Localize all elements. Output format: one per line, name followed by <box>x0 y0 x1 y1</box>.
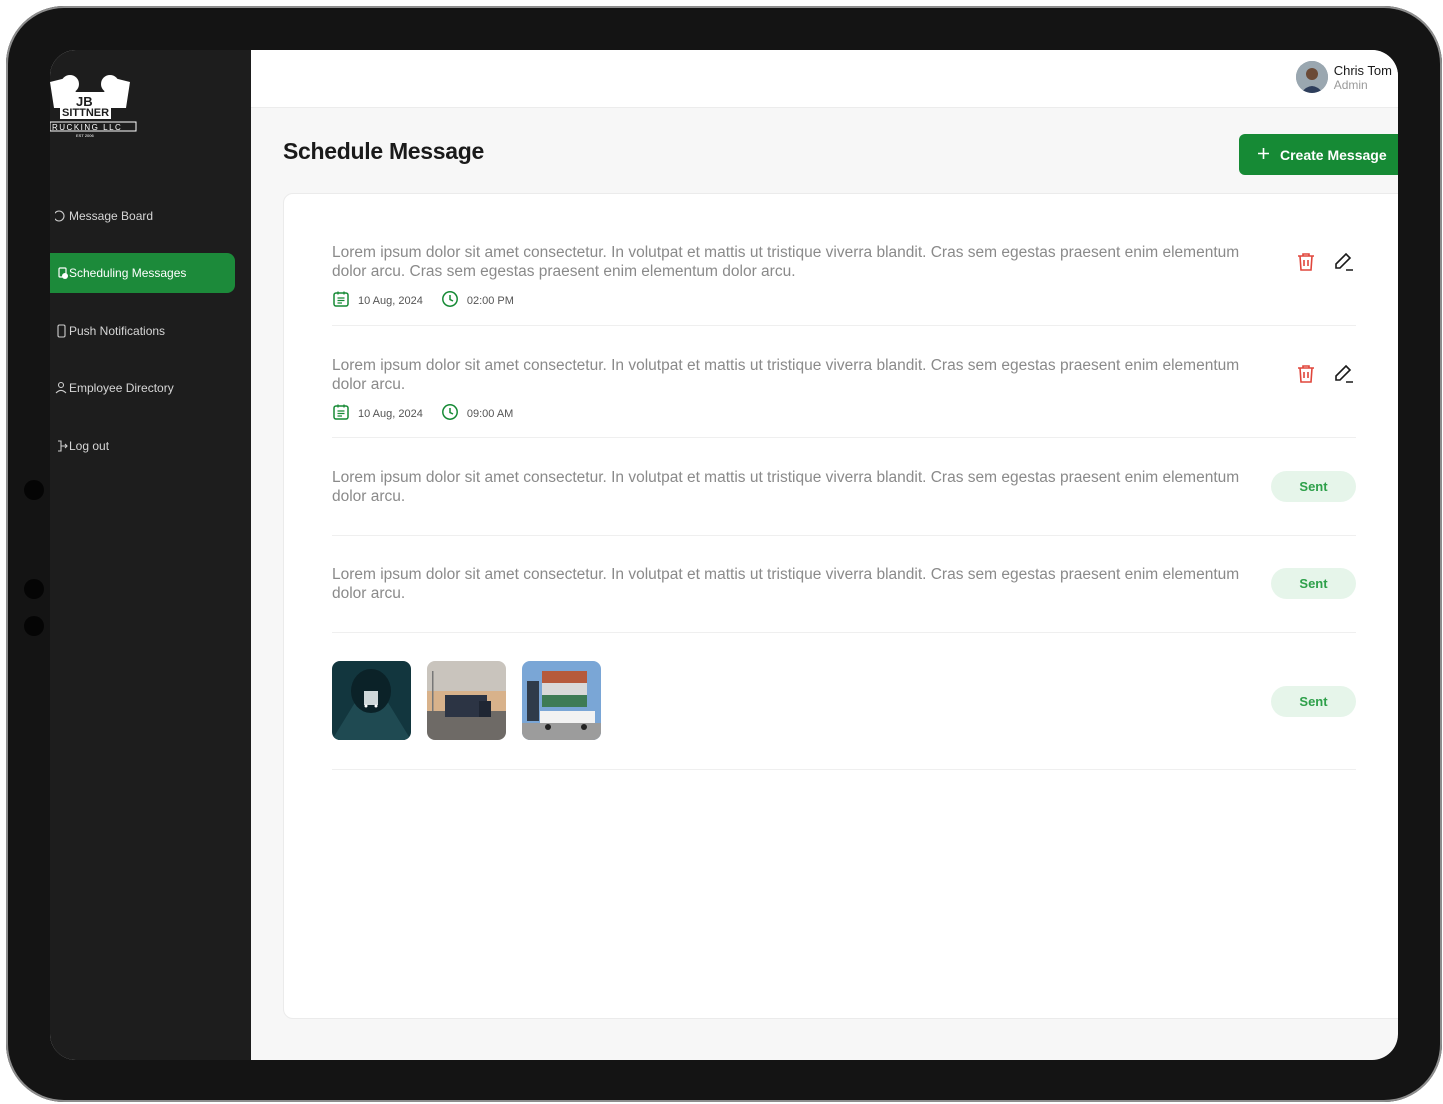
sidebar-item-label: Scheduling Messages <box>69 266 187 280</box>
schedule-time: 02:00 PM <box>466 294 514 307</box>
schedule-time: 09:00 AM <box>466 407 514 420</box>
calendar-icon <box>332 403 350 424</box>
chat-icon <box>50 209 69 223</box>
app-screen: JB SITTNER RUCKING LLC EST 2006 Message … <box>50 50 1398 1060</box>
user-name: Chris Tom <box>1333 62 1392 78</box>
messages-card: Lorem ipsum dolor sit amet consectetur. … <box>283 193 1398 1019</box>
logo-text-trucking: RUCKING LLC <box>52 123 123 132</box>
logout-icon <box>50 439 69 453</box>
message-schedule: 10 Aug, 2024 02:00 PM <box>332 290 532 311</box>
sidebar-item-message-board[interactable]: Message Board <box>50 196 235 236</box>
status-badge: Sent <box>1271 686 1356 717</box>
user-profile[interactable]: Chris Tom Admin <box>1295 61 1392 93</box>
list-item: Lorem ipsum dolor sit amet consectetur. … <box>332 535 1356 633</box>
create-message-label: Create Message <box>1280 146 1387 163</box>
edit-icon[interactable] <box>1332 362 1356 386</box>
delete-icon[interactable] <box>1294 250 1318 274</box>
phone-icon <box>50 324 69 338</box>
list-item: Lorem ipsum dolor sit amet consectetur. … <box>332 325 1356 438</box>
camera-dot <box>24 616 44 636</box>
camera-dot <box>24 579 44 599</box>
status-badge: Sent <box>1271 568 1356 599</box>
create-message-button[interactable]: Create Message <box>1239 134 1398 175</box>
truck-tunnel-image[interactable] <box>332 661 411 740</box>
calendar-icon <box>332 290 350 311</box>
users-icon <box>50 381 69 395</box>
sidebar-item-label: Push Notifications <box>69 324 166 338</box>
user-role: Admin <box>1333 77 1368 92</box>
logo-text-sittner: SITTNER <box>60 107 112 119</box>
message-text: Lorem ipsum dolor sit amet consectetur. … <box>332 566 1240 602</box>
sidebar-item-label: Log out <box>69 439 110 453</box>
logo-text-est: EST 2006 <box>76 133 94 138</box>
plus-icon <box>1257 147 1270 163</box>
sidebar-item-scheduling-messages[interactable]: Scheduling Messages <box>50 253 235 293</box>
avatar <box>1295 61 1328 93</box>
message-schedule: 10 Aug, 2024 09:00 AM <box>332 403 531 424</box>
message-text: Lorem ipsum dolor sit amet consectetur. … <box>332 357 1240 393</box>
message-text: Lorem ipsum dolor sit amet consectetur. … <box>332 469 1240 505</box>
camera-dot <box>24 480 44 500</box>
sidebar: JB SITTNER RUCKING LLC EST 2006 Message … <box>50 50 251 1060</box>
clock-icon <box>441 290 459 311</box>
list-item: Lorem ipsum dolor sit amet consectetur. … <box>332 194 1356 326</box>
clock-icon <box>441 403 459 424</box>
list-item: Sent <box>332 632 1356 770</box>
sidebar-item-log-out[interactable]: Log out <box>50 426 235 466</box>
truck-highway-image[interactable] <box>427 661 506 740</box>
sidebar-item-push-notifications[interactable]: Push Notifications <box>50 311 235 351</box>
schedule-date: 10 Aug, 2024 <box>358 294 423 307</box>
sidebar-item-label: Employee Directory <box>69 381 174 395</box>
status-badge: Sent <box>1271 471 1356 502</box>
container-yard-image[interactable] <box>522 661 601 740</box>
schedule-date: 10 Aug, 2024 <box>358 407 423 420</box>
delete-icon[interactable] <box>1294 362 1318 386</box>
calendar-clock-icon <box>50 266 69 280</box>
sidebar-item-label: Message Board <box>69 209 154 223</box>
edit-icon[interactable] <box>1332 250 1356 274</box>
top-bar: Chris Tom Admin <box>251 50 1398 108</box>
list-item: Lorem ipsum dolor sit amet consectetur. … <box>332 437 1356 536</box>
message-text: Lorem ipsum dolor sit amet consectetur. … <box>332 244 1240 280</box>
sidebar-item-employee-directory[interactable]: Employee Directory <box>50 368 235 408</box>
company-logo: JB SITTNER RUCKING LLC EST 2006 <box>50 74 140 144</box>
page-title: Schedule Message <box>283 138 485 164</box>
